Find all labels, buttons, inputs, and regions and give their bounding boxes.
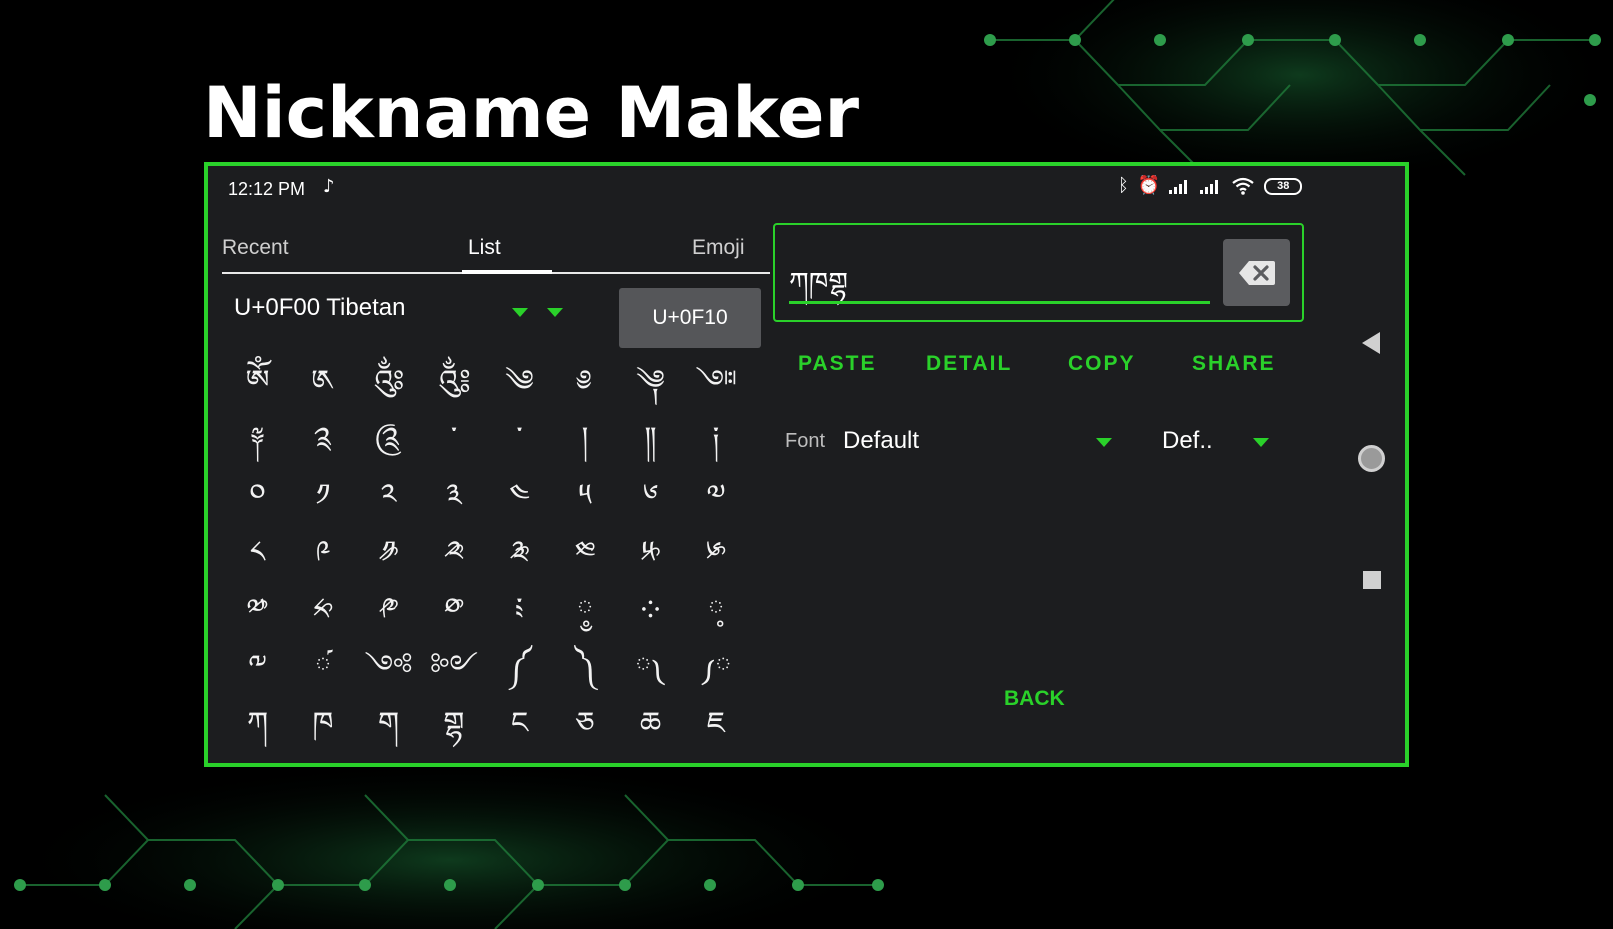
glyph-cell[interactable]: ༻ bbox=[421, 637, 488, 697]
unicode-block-dropdown[interactable]: U+0F00 Tibetan bbox=[234, 294, 405, 322]
glyph-cell[interactable]: ༢ bbox=[355, 466, 422, 526]
backspace-icon bbox=[1238, 260, 1275, 285]
input-underline bbox=[789, 301, 1210, 304]
share-button[interactable]: SHARE bbox=[1192, 352, 1276, 376]
nav-back-icon[interactable] bbox=[1362, 332, 1380, 354]
glyph-cell[interactable]: གྷ bbox=[421, 694, 488, 754]
glyph-cell[interactable]: ༦ bbox=[617, 466, 684, 526]
chevron-down-icon[interactable] bbox=[547, 308, 563, 317]
status-bar: 12:12 PM ♪ ᛒ ⏰ 38 bbox=[208, 166, 1405, 206]
glyph-cell[interactable]: ༷ bbox=[683, 580, 750, 640]
glyph-cell[interactable]: ཇ bbox=[683, 694, 750, 754]
glyph-cell[interactable]: ༰ bbox=[224, 580, 291, 640]
glyph-cell[interactable]: ༫ bbox=[421, 523, 488, 583]
tab-bar: Recent List Emoji bbox=[222, 206, 770, 274]
glyph-cell[interactable]: ག bbox=[355, 694, 422, 754]
glyph-cell[interactable]: ༴ bbox=[486, 580, 553, 640]
music-note-icon: ♪ bbox=[323, 176, 335, 197]
glyph-cell[interactable]: ༳ bbox=[421, 580, 488, 640]
wifi-icon bbox=[1232, 177, 1254, 195]
glyph-cell[interactable]: ༃ bbox=[421, 352, 488, 412]
phone-screen: 12:12 PM ♪ ᛒ ⏰ 38 Recent List Emoji U+0F… bbox=[204, 162, 1409, 767]
glyph-cell[interactable]: ༯ bbox=[683, 523, 750, 583]
glyph-cell[interactable]: ༤ bbox=[486, 466, 553, 526]
chevron-down-icon[interactable] bbox=[1096, 438, 1112, 447]
promo-title: Nickname Maker bbox=[203, 72, 860, 154]
battery-indicator: 38 bbox=[1264, 177, 1303, 195]
glyph-cell[interactable]: ང bbox=[486, 694, 553, 754]
glyph-cell[interactable]: ༅ bbox=[552, 352, 619, 412]
glyph-cell[interactable]: ་ bbox=[421, 409, 488, 469]
glyph-cell[interactable]: ༾ bbox=[617, 637, 684, 697]
active-tab-indicator bbox=[462, 270, 552, 274]
nav-home-icon[interactable] bbox=[1358, 445, 1385, 472]
font-dropdown[interactable]: Default bbox=[843, 427, 919, 455]
font-style-dropdown[interactable]: Def.. bbox=[1162, 427, 1213, 455]
glyph-cell[interactable]: ༲ bbox=[355, 580, 422, 640]
glyph-cell[interactable]: ༀ bbox=[224, 352, 291, 412]
detail-button[interactable]: DETAIL bbox=[926, 352, 1012, 376]
tab-emoji[interactable]: Emoji bbox=[692, 236, 745, 260]
tab-list[interactable]: List bbox=[468, 236, 501, 260]
glyph-cell[interactable]: ༼ bbox=[486, 637, 553, 697]
chevron-down-icon[interactable] bbox=[1253, 438, 1269, 447]
glyph-cell[interactable]: ༸ bbox=[224, 637, 291, 697]
glyph-cell[interactable]: ༧ bbox=[683, 466, 750, 526]
glyph-cell[interactable]: ཁ bbox=[290, 694, 357, 754]
glyph-cell[interactable]: ༮ bbox=[617, 523, 684, 583]
chevron-down-icon[interactable] bbox=[512, 308, 528, 317]
glyph-cell[interactable]: ༵ bbox=[552, 580, 619, 640]
glyph-cell[interactable]: ༊ bbox=[355, 409, 422, 469]
glyph-cell[interactable]: ༂ bbox=[355, 352, 422, 412]
glyph-cell[interactable]: ༁ bbox=[290, 352, 357, 412]
back-button[interactable]: BACK bbox=[1004, 687, 1065, 711]
glyph-cell[interactable]: ༿ bbox=[683, 637, 750, 697]
tab-recent[interactable]: Recent bbox=[222, 236, 289, 260]
glyph-cell[interactable]: ༭ bbox=[552, 523, 619, 583]
glyph-cell[interactable]: ༆ bbox=[617, 352, 684, 412]
glyph-cell[interactable]: ༉ bbox=[290, 409, 357, 469]
glyph-cell[interactable]: ༌ bbox=[486, 409, 553, 469]
glyph-cell[interactable]: ཆ bbox=[617, 694, 684, 754]
copy-button[interactable]: COPY bbox=[1068, 352, 1136, 376]
glyph-cell[interactable]: ༪ bbox=[355, 523, 422, 583]
font-label: Font bbox=[785, 430, 826, 452]
nickname-input-box: ཀཁགྷ bbox=[773, 223, 1304, 322]
glyph-cell[interactable]: ༏ bbox=[683, 409, 750, 469]
glyph-cell[interactable]: ༱ bbox=[290, 580, 357, 640]
glyph-cell[interactable]: ༡ bbox=[290, 466, 357, 526]
glyph-cell[interactable]: ༥ bbox=[552, 466, 619, 526]
glyph-cell[interactable]: ༺ bbox=[355, 637, 422, 697]
glyph-cell[interactable]: ཅ bbox=[552, 694, 619, 754]
glyph-cell[interactable]: ༬ bbox=[486, 523, 553, 583]
glyph-cell[interactable]: ༄ bbox=[486, 352, 553, 412]
glyph-cell[interactable]: ཀ bbox=[224, 694, 291, 754]
glyph-cell[interactable]: ༽ bbox=[552, 637, 619, 697]
glyph-cell[interactable]: ༈ bbox=[224, 409, 291, 469]
signal-icon bbox=[1169, 180, 1188, 194]
paste-button[interactable]: PASTE bbox=[798, 352, 876, 376]
glyph-cell[interactable]: ༩ bbox=[290, 523, 357, 583]
bluetooth-icon: ᛒ bbox=[1118, 175, 1129, 196]
alarm-icon: ⏰ bbox=[1137, 175, 1161, 196]
glyph-cell[interactable]: ། bbox=[552, 409, 619, 469]
glyph-cell[interactable]: ༇ bbox=[683, 352, 750, 412]
status-icons: ᛒ ⏰ 38 bbox=[1118, 175, 1303, 196]
glyph-cell[interactable]: ༶ bbox=[617, 580, 684, 640]
code-point-button[interactable]: U+0F10 bbox=[619, 288, 761, 348]
signal-icon bbox=[1200, 180, 1219, 194]
glyph-cell[interactable]: ༨ bbox=[224, 523, 291, 583]
glyph-cell[interactable]: ༠ bbox=[224, 466, 291, 526]
nav-recent-icon[interactable] bbox=[1363, 571, 1381, 589]
glyph-cell[interactable]: ༣ bbox=[421, 466, 488, 526]
clear-button[interactable] bbox=[1223, 239, 1290, 306]
status-time: 12:12 PM bbox=[228, 179, 306, 199]
glyph-cell[interactable]: ༹ bbox=[290, 637, 357, 697]
nickname-input[interactable]: ཀཁགྷ bbox=[789, 251, 848, 330]
glyph-cell[interactable]: ༎ bbox=[617, 409, 684, 469]
